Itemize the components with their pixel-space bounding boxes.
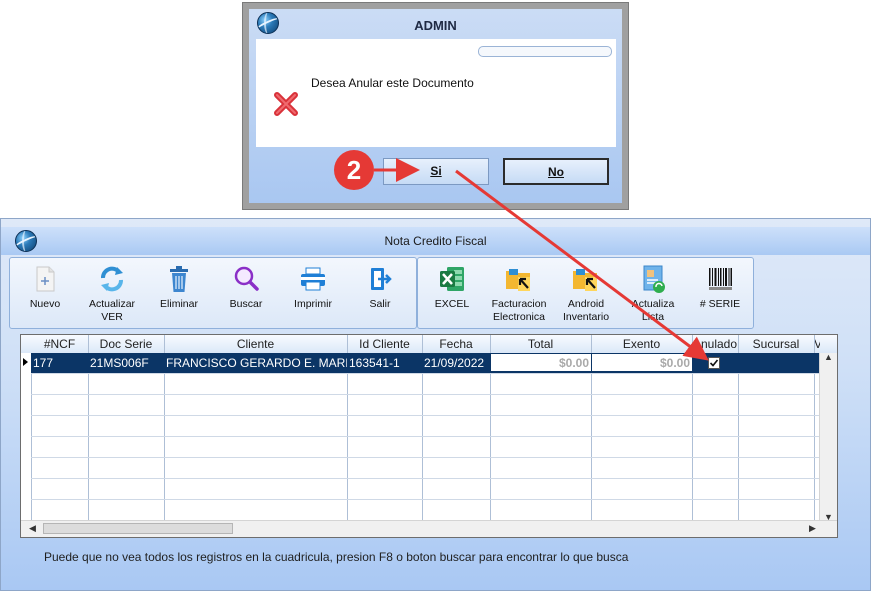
annotation-arrows xyxy=(374,158,709,361)
step-number-badge: 2 xyxy=(334,150,374,190)
annotation-arrow-to-anulado xyxy=(455,169,709,361)
